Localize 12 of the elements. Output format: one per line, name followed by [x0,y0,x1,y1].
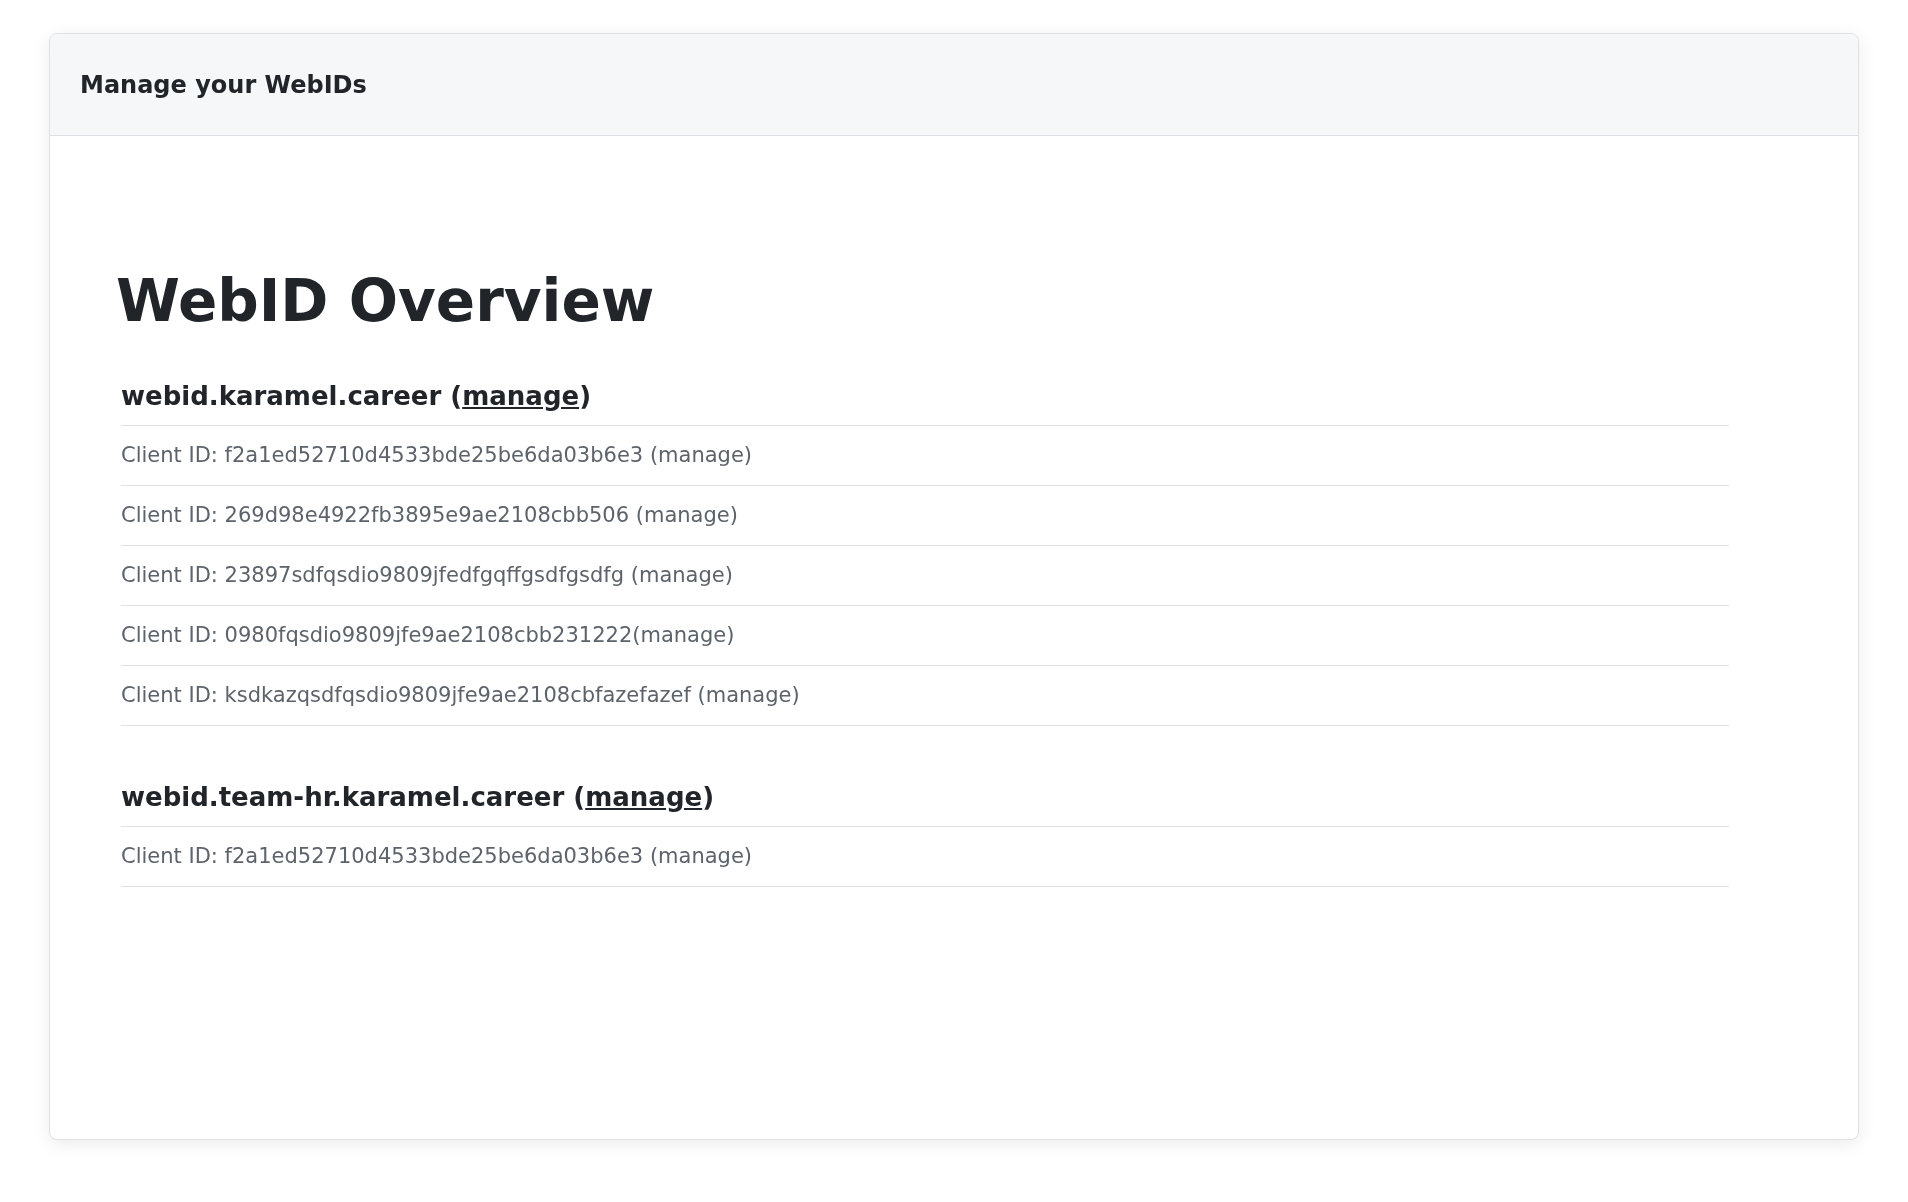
client-id-text: Client ID: ksdkazqsdfqsdio9809jfe9ae2108cbfazefazef (manage) [121,683,800,708]
client-id-text: Client ID: 0980fqsdio9809jfe9ae2108cbb231222(manage) [121,623,735,648]
client-id-text: Client ID: f2a1ed52710d4533bde25be6da03b6e3 (manage) [121,844,752,869]
client-id-text: Client ID: 23897sdfqsdio9809jfedfgqffgsdfgsdfg (manage) [121,563,733,588]
page-title: WebID Overview [116,267,656,337]
manage-link[interactable]: manage [585,781,703,812]
manage-link[interactable]: manage [462,380,580,411]
header-title: Manage your WebIDs [80,70,367,99]
client-id-text: Client ID: 269d98e4922fb3895e9ae2108cbb506 (manage) [121,503,738,528]
client-id-text: Client ID: f2a1ed52710d4533bde25be6da03b6e3 (manage) [121,443,752,468]
webid-heading: webid.team-hr.karamel.career (manage) [121,781,1729,827]
webid-heading: webid.karamel.career (manage) [121,380,1729,426]
